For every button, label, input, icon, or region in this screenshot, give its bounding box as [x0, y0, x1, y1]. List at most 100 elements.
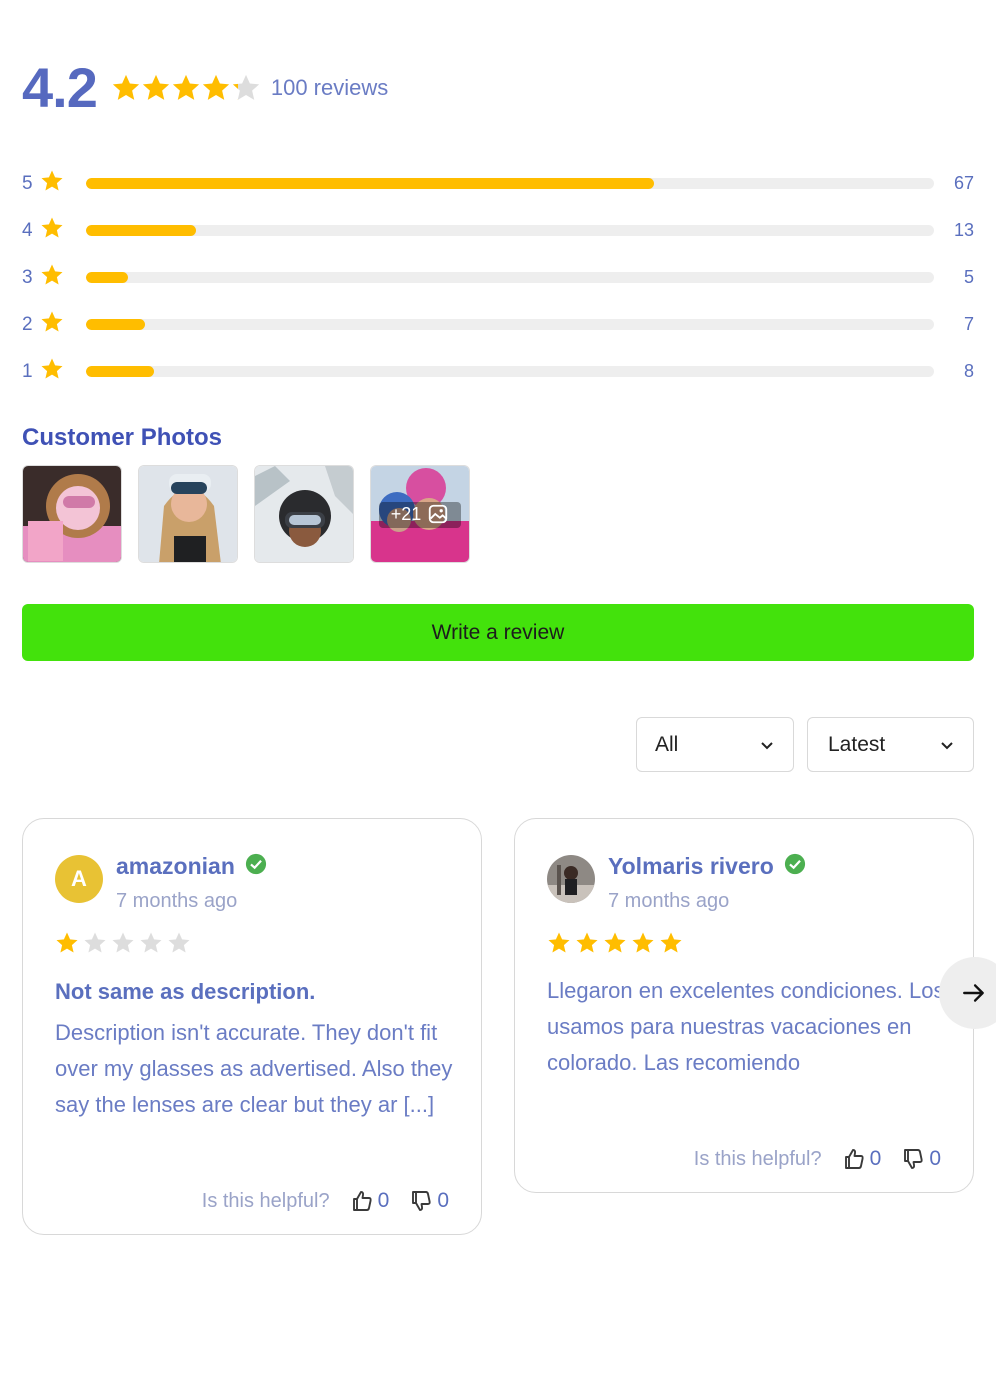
- sort-value: Latest: [828, 732, 886, 756]
- customer-photo[interactable]: [22, 465, 122, 563]
- distribution-row[interactable]: 4 13: [22, 207, 974, 254]
- thumbs-up-icon: [844, 1149, 864, 1169]
- more-photos-count: +21: [390, 503, 422, 524]
- star-icon: [139, 931, 163, 955]
- distribution-count: 13: [953, 220, 974, 240]
- star-icon: [167, 931, 191, 955]
- sort-select[interactable]: Latest: [807, 717, 974, 772]
- star-icon: [40, 263, 68, 292]
- average-stars: [111, 73, 261, 103]
- distribution-count: 7: [963, 314, 974, 334]
- rating-distribution: 5 67 4 13 3 5 2 7 1 8: [22, 160, 974, 395]
- star-icon: [631, 931, 655, 955]
- review-card[interactable]: Yolmaris rivero 7 months ago Llegaron en…: [514, 818, 974, 1193]
- star-icon: [201, 73, 231, 103]
- rating-filter-value: All: [655, 732, 679, 756]
- reviewer-name: amazonian: [116, 853, 235, 879]
- review-filters: All Latest: [636, 717, 974, 772]
- star-icon: [40, 169, 68, 198]
- review-card[interactable]: A amazonian 7 months ago Not same as des…: [22, 818, 482, 1235]
- review-body: Llegaron en excelentes condiciones. Los …: [547, 978, 945, 1075]
- review-stars: [547, 931, 683, 955]
- distribution-count: 67: [953, 173, 974, 193]
- distribution-bar-fill: [86, 178, 655, 189]
- distribution-stars-label: 2: [22, 313, 33, 335]
- rating-filter-select[interactable]: All: [636, 717, 794, 772]
- distribution-row[interactable]: 5 67: [22, 160, 974, 207]
- distribution-bar: [86, 225, 934, 236]
- helpful-yes-count: 0: [377, 1189, 390, 1212]
- distribution-row[interactable]: 1 8: [22, 348, 974, 395]
- distribution-count: 8: [963, 361, 974, 381]
- star-icon: [40, 310, 68, 339]
- helpful-no-button[interactable]: 0: [901, 1147, 941, 1171]
- star-icon: [55, 931, 79, 955]
- image-icon: [429, 504, 448, 524]
- helpful-label: Is this helpful?: [693, 1147, 822, 1170]
- review-header: Yolmaris rivero 7 months ago: [547, 853, 806, 913]
- helpful-yes-button[interactable]: 0: [350, 1189, 390, 1213]
- star-icon: [659, 931, 683, 955]
- distribution-bar-fill: [86, 225, 197, 236]
- customer-photo[interactable]: [254, 465, 354, 563]
- review-header: A amazonian 7 months ago: [55, 853, 267, 913]
- distribution-bar-fill: [86, 272, 129, 283]
- helpful-no-count: 0: [929, 1147, 941, 1170]
- star-icon: [171, 73, 201, 103]
- helpful-yes-count: 0: [869, 1147, 882, 1170]
- review-stars: [55, 931, 191, 955]
- helpful-no-button[interactable]: 0: [409, 1189, 449, 1213]
- star-icon: [141, 73, 171, 103]
- customer-photos-title: Customer Photos: [22, 424, 223, 451]
- star-icon: [40, 357, 68, 386]
- helpful-no-count: 0: [437, 1189, 449, 1212]
- star-icon: [83, 931, 107, 955]
- check-circle-icon: [245, 853, 267, 880]
- star-icon: [575, 931, 599, 955]
- distribution-bar-fill: [86, 319, 146, 330]
- chevron-down-icon: [941, 741, 953, 749]
- helpful-section: Is this helpful? 0 0: [694, 1147, 941, 1171]
- arrow-right-icon: [963, 984, 984, 1002]
- reviews-count: 100 reviews: [270, 75, 389, 100]
- distribution-bar: [86, 178, 934, 189]
- distribution-bar: [86, 366, 934, 377]
- review-date: 7 months ago: [608, 890, 730, 912]
- helpful-section: Is this helpful? 0 0: [202, 1189, 449, 1213]
- star-icon: [111, 931, 135, 955]
- distribution-stars-label: 1: [22, 360, 33, 382]
- distribution-stars-label: 5: [22, 172, 33, 194]
- distribution-row[interactable]: 3 5: [22, 254, 974, 301]
- review-date: 7 months ago: [116, 890, 238, 912]
- star-icon: [111, 73, 141, 103]
- review-title: Not same as description.: [55, 979, 316, 1004]
- thumbs-up-icon: [352, 1191, 372, 1211]
- chevron-down-icon: [761, 741, 773, 749]
- distribution-bar-fill: [86, 366, 154, 377]
- helpful-yes-button[interactable]: 0: [842, 1147, 882, 1171]
- helpful-label: Is this helpful?: [201, 1189, 330, 1212]
- thumbs-down-icon: [904, 1149, 923, 1169]
- avatar: [547, 855, 595, 903]
- avatar: A: [55, 855, 103, 903]
- average-rating: 4.2: [22, 56, 98, 119]
- star-icon: [231, 73, 261, 103]
- distribution-stars-label: 3: [22, 266, 33, 288]
- customer-photos: +21: [22, 465, 470, 563]
- star-icon: [547, 931, 571, 955]
- star-icon: [603, 931, 627, 955]
- customer-photo[interactable]: [138, 465, 238, 563]
- write-review-button[interactable]: Write a review: [22, 604, 974, 661]
- customer-photo-more[interactable]: +21: [370, 465, 470, 563]
- thumbs-down-icon: [412, 1191, 431, 1211]
- distribution-row[interactable]: 2 7: [22, 301, 974, 348]
- rating-summary: 4.2 100 reviews: [22, 60, 388, 116]
- distribution-bar: [86, 319, 934, 330]
- distribution-bar: [86, 272, 934, 283]
- star-icon: [40, 216, 68, 245]
- distribution-count: 5: [963, 267, 974, 287]
- reviewer-name: Yolmaris rivero: [608, 853, 774, 879]
- distribution-stars-label: 4: [22, 219, 33, 241]
- review-body: Description isn't accurate. They don't f…: [55, 1020, 453, 1117]
- more-photos-overlay: +21: [371, 466, 469, 562]
